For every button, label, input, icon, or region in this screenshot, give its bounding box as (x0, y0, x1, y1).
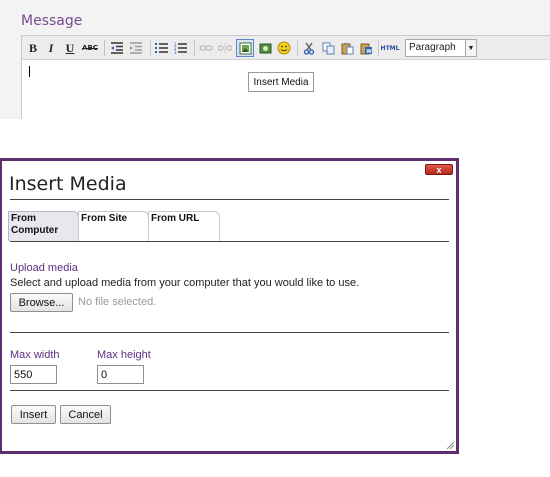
paste-button[interactable] (339, 39, 355, 57)
bullet-list-icon (155, 43, 168, 53)
link-icon (199, 45, 213, 51)
link-button[interactable] (198, 39, 214, 57)
toolbar-divider (194, 40, 195, 56)
tab-from-computer[interactable]: From Computer (8, 211, 79, 241)
copy-icon (322, 42, 334, 54)
tabs-divider (10, 241, 449, 242)
editor-toolbar: B I U ABC 123 W HTML Paragraph ▼ (22, 36, 550, 60)
paste-from-word-button[interactable]: W (358, 39, 374, 57)
cancel-button[interactable]: Cancel (60, 405, 111, 424)
toolbar-divider (104, 40, 105, 56)
underline-button[interactable]: U (64, 39, 76, 57)
outdent-icon (111, 42, 123, 54)
toolbar-divider (378, 40, 379, 56)
toolbar-divider (297, 40, 298, 56)
svg-text:W: W (366, 49, 372, 55)
unlink-icon (218, 43, 232, 53)
file-status: No file selected. (78, 296, 157, 308)
tab-from-url[interactable]: From URL (148, 211, 220, 241)
section-divider (10, 332, 449, 333)
copy-button[interactable] (320, 39, 336, 57)
format-select[interactable]: Paragraph ▼ (405, 39, 477, 57)
indent-icon (130, 42, 142, 54)
numbered-list-button[interactable]: 123 (173, 39, 189, 57)
insert-button[interactable]: Insert (11, 405, 56, 424)
insert-image-button[interactable] (257, 39, 273, 57)
message-label: Message (21, 13, 83, 29)
bold-button[interactable]: B (27, 39, 39, 57)
upload-media-heading: Upload media (10, 262, 78, 274)
chevron-down-icon: ▼ (465, 40, 476, 56)
max-height-label: Max height (97, 349, 151, 361)
resize-grip-icon[interactable] (446, 441, 454, 449)
unlink-button[interactable] (217, 39, 233, 57)
cut-button[interactable] (301, 39, 317, 57)
paste-word-icon: W (360, 43, 372, 55)
upload-description: Select and upload media from your comput… (10, 277, 360, 289)
tab-from-site[interactable]: From Site (78, 211, 149, 241)
numbered-list-icon: 123 (174, 42, 187, 54)
outdent-button[interactable] (109, 39, 125, 57)
max-height-input[interactable] (97, 365, 144, 384)
title-divider (10, 199, 449, 200)
browse-button[interactable]: Browse... (10, 293, 73, 312)
insert-media-icon (239, 42, 251, 54)
close-button[interactable]: x (425, 164, 453, 175)
close-icon: x (436, 164, 442, 175)
html-source-button[interactable]: HTML (381, 39, 400, 57)
format-select-value: Paragraph (409, 42, 456, 53)
italic-button[interactable]: I (45, 39, 57, 57)
svg-text:3: 3 (174, 50, 177, 54)
max-width-label: Max width (10, 349, 60, 361)
max-width-input[interactable] (10, 365, 57, 384)
bullet-list-button[interactable] (154, 39, 170, 57)
insert-media-button[interactable] (236, 39, 254, 57)
emoticon-button[interactable] (276, 39, 292, 57)
paste-icon (341, 42, 353, 54)
insert-media-tooltip: Insert Media (248, 72, 314, 92)
dialog-title: Insert Media (9, 173, 127, 195)
strikethrough-button[interactable]: ABC (82, 39, 98, 57)
scissors-icon (303, 42, 315, 55)
text-caret (29, 66, 30, 77)
message-editor-section: Message B I U ABC 123 W HTML Paragraph ▼… (0, 0, 550, 119)
toolbar-divider (150, 40, 151, 56)
indent-button[interactable] (128, 39, 144, 57)
actions-divider (10, 390, 449, 391)
smiley-icon (277, 41, 291, 55)
image-icon (259, 43, 271, 53)
insert-media-dialog: x Insert Media From Computer From Site F… (0, 158, 459, 454)
